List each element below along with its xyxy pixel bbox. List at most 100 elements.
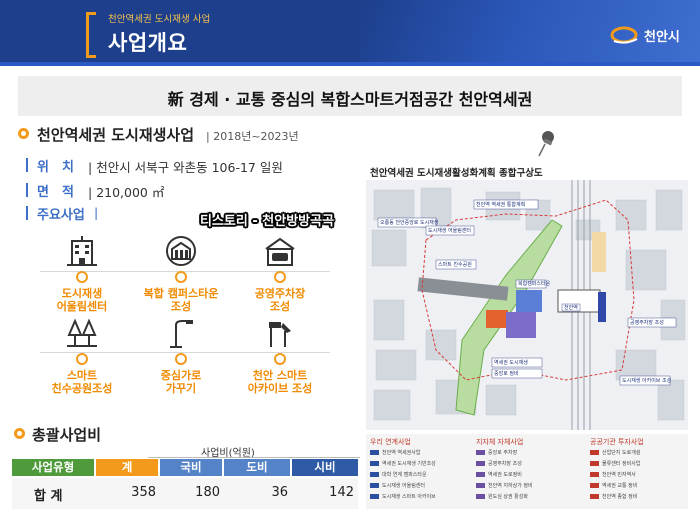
- project-period: | 2018년~2023년: [206, 130, 299, 143]
- legend-swatch: [476, 472, 485, 477]
- map-label: 천안역: [564, 304, 578, 311]
- legend-swatch: [590, 483, 599, 488]
- pushpin-icon: [538, 131, 554, 157]
- legend-item: 도시재생 스마트 아카이브: [370, 493, 436, 500]
- map-label: 복합캠퍼스타운: [518, 280, 551, 287]
- project-label: 복합 캠퍼스타운: [143, 287, 219, 300]
- map-label: 천안역 역세권 통합계획: [476, 201, 525, 208]
- timeline-dot: [274, 353, 286, 365]
- legend-item: 산업단지 도로개설: [590, 449, 640, 456]
- legend-text: 대학 연계 캠퍼스타운: [382, 472, 427, 478]
- campus-icon: [166, 236, 196, 266]
- project-item: 천안 스마트 아카이브 조성: [230, 315, 330, 395]
- timeline-dot: [76, 353, 88, 365]
- table-header-national: 국비: [160, 459, 222, 476]
- field-value-location: | 천안시 서북구 와촌동 106-17 일원: [88, 160, 283, 175]
- timeline-dot: [175, 353, 187, 365]
- master-plan-map: 오룡동 천안중앙로 도시재생 천안역 역세권 통합계획 도시재생 어울림센터 스…: [366, 180, 688, 430]
- map-label: 중앙로 정비: [494, 370, 519, 377]
- legend-swatch: [370, 461, 379, 466]
- timeline-dot: [76, 271, 88, 283]
- legend-text: 천안역 역세권사업: [382, 450, 421, 456]
- breadcrumb: 천안역세권 도시재생 사업: [108, 14, 211, 25]
- legend-swatch: [370, 472, 379, 477]
- section-title: 총괄사업비: [32, 426, 102, 444]
- project-label: 천안 스마트: [252, 369, 308, 382]
- legend-text: 천안역 지하상가 정비: [488, 483, 533, 489]
- legend-text: 천안역 민자역사: [602, 472, 636, 478]
- table-cell-province: 36: [271, 485, 288, 500]
- field-label-location: 위치: [37, 160, 87, 175]
- map-label: 역세권 도시재생: [494, 359, 528, 366]
- field-separator: |: [94, 205, 99, 220]
- section-title: 천안역세권 도시재생사업: [37, 126, 195, 144]
- legend-swatch: [370, 450, 379, 455]
- field-bar-mark: [26, 158, 28, 172]
- table-cell-total: 358: [131, 485, 156, 500]
- project-label: 어울림센터: [56, 300, 108, 313]
- legend-text: 역세권 교통 정비: [602, 483, 638, 489]
- legend-item: 물류센터 정비사업: [590, 460, 640, 467]
- legend-swatch: [590, 472, 599, 477]
- table-cell-city: 142: [329, 485, 354, 500]
- legend-text: 도시재생 스마트 아카이브: [382, 494, 436, 500]
- legend-text: 역세권 도시재생 기반조성: [382, 461, 436, 467]
- location-text: 천안시 서북구 와촌동 106-17 일원: [96, 160, 283, 175]
- project-label: 가꾸기: [165, 382, 197, 395]
- table-header-city: 시비: [292, 459, 358, 476]
- legend-swatch: [590, 450, 599, 455]
- legend-item: 역세권 교통 정비: [590, 482, 637, 489]
- project-label: 스마트: [66, 369, 98, 382]
- legend-swatch: [476, 450, 485, 455]
- legend-item: 원도심 상권 활성화: [476, 493, 528, 500]
- project-item: 복합 캠퍼스타운 조성: [131, 233, 231, 313]
- section-bullet-icon: [14, 428, 25, 439]
- header-stripe: [0, 62, 700, 66]
- map-label: 도시재생 아카이브 조성: [622, 377, 671, 384]
- legend-item: 천안역 역세권사업: [370, 449, 420, 456]
- cheonan-logo-icon: [610, 26, 638, 44]
- period-text: 2018년~2023년: [213, 130, 299, 143]
- table-header-total: 계: [96, 459, 158, 476]
- legend-item: 도시재생 어울림센터: [370, 482, 425, 489]
- field-value-area: | 210,000 ㎡: [88, 185, 165, 200]
- map-label: 공영주차장 조성: [630, 319, 664, 326]
- field-bar-mark: [26, 206, 28, 220]
- field-label-area: 면적: [37, 185, 87, 200]
- logo-text: 천안시: [644, 30, 680, 45]
- blog-watermark: 티스토리 - 천안방방곡곡: [200, 214, 335, 229]
- legend-item: 천안역 종합 정비: [590, 493, 637, 500]
- legend-heading: 우리 연계사업: [370, 438, 411, 446]
- table-cell-national: 180: [195, 485, 220, 500]
- legend-item: 공영주차장 조성: [476, 460, 522, 467]
- field-bar-mark: [26, 183, 28, 197]
- legend-text: 중앙로 주차장: [488, 450, 518, 456]
- field-label-main-projects: 주요사업: [37, 208, 85, 223]
- legend-text: 공영주차장 조성: [488, 461, 522, 467]
- legend-item: 대학 연계 캠퍼스타운: [370, 471, 427, 478]
- title-bracket-decoration: [86, 12, 96, 58]
- parking-icon: [265, 237, 295, 266]
- legend-swatch: [370, 494, 379, 499]
- table-cell-type: 합 계: [34, 489, 63, 504]
- park-trees-icon: [67, 318, 97, 347]
- legend-item: 천안역 지하상가 정비: [476, 482, 533, 489]
- headline: 新 경제 · 교통 중심의 복합스마트거점공간 천안역세권: [167, 90, 533, 109]
- section-bullet-icon: [18, 128, 29, 139]
- timeline-dot: [175, 271, 187, 283]
- header-bar: [0, 0, 700, 66]
- project-label: 공영주차장: [254, 287, 306, 300]
- area-text: 210,000 ㎡: [96, 185, 165, 200]
- project-item: 중심가로 가꾸기: [131, 315, 231, 395]
- legend-swatch: [476, 461, 485, 466]
- project-item: 스마트 친수공원조성: [32, 315, 132, 395]
- legend-heading: 공공기관 투자사업: [590, 438, 644, 446]
- project-label: 중심가로: [160, 369, 202, 382]
- project-item: 공영주차장 조성: [230, 233, 330, 313]
- map-label: 스마트 친수공원: [438, 261, 472, 268]
- legend-swatch: [590, 494, 599, 499]
- legend-text: 도시재생 어울림센터: [382, 483, 425, 489]
- legend-swatch: [476, 494, 485, 499]
- legend-item: 역세권 도로정비: [476, 471, 522, 478]
- legend-swatch: [370, 483, 379, 488]
